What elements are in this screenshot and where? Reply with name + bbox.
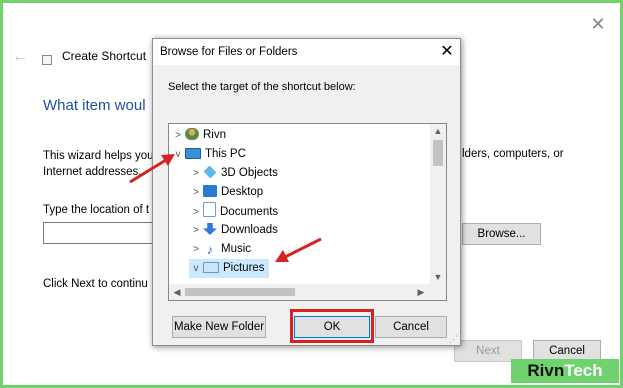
arrow-to-this-pc (129, 154, 175, 184)
arrow-to-pictures (275, 237, 322, 262)
watermark-brand-b: Tech (564, 361, 603, 380)
watermark-logo: RivnTech (511, 359, 619, 383)
annotation-arrows (129, 154, 322, 262)
screenshot-frame: ✕ ← Create Shortcut What item woul This … (0, 0, 623, 388)
watermark-brand-a: Rivn (527, 361, 565, 380)
